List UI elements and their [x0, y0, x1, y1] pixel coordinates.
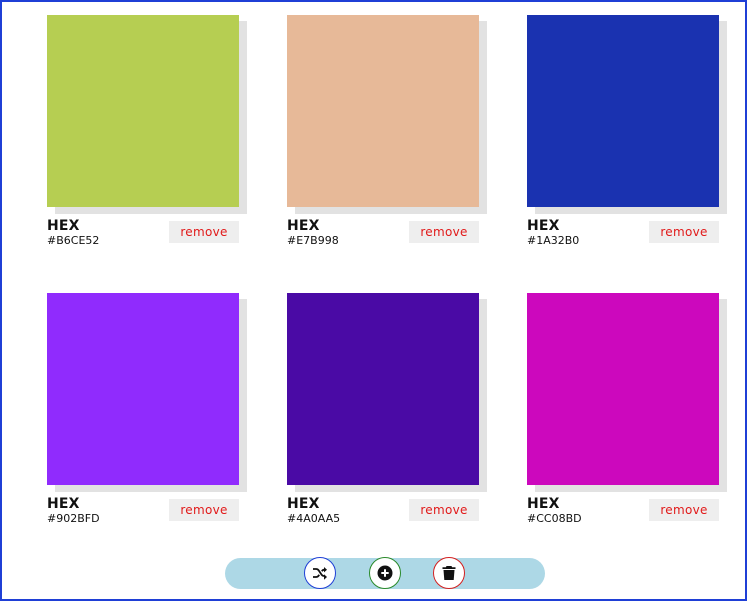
- color-swatch[interactable]: [47, 293, 239, 485]
- remove-button[interactable]: remove: [169, 499, 239, 521]
- hex-label: HEX: [527, 218, 560, 234]
- swatch-container: [527, 293, 727, 493]
- color-card: HEX #902BFD remove: [47, 293, 247, 525]
- hex-label: HEX: [527, 496, 560, 512]
- color-card: HEX #CC08BD remove: [527, 293, 727, 525]
- color-card: HEX #B6CE52 remove: [47, 15, 247, 247]
- color-meta: HEX #902BFD: [47, 496, 100, 525]
- hex-value: #902BFD: [47, 512, 100, 525]
- color-swatch[interactable]: [527, 15, 719, 207]
- remove-button[interactable]: remove: [649, 221, 719, 243]
- hex-value: #1A32B0: [527, 234, 580, 247]
- color-meta: HEX #CC08BD: [527, 496, 582, 525]
- shuffle-button[interactable]: [304, 557, 336, 589]
- remove-button[interactable]: remove: [649, 499, 719, 521]
- app-frame: HEX #B6CE52 remove HEX #E7B998 remove HE…: [0, 0, 747, 601]
- action-toolbar: [225, 557, 545, 589]
- hex-value: #CC08BD: [527, 512, 582, 525]
- color-meta: HEX #B6CE52: [47, 218, 99, 247]
- color-swatch[interactable]: [47, 15, 239, 207]
- add-color-button[interactable]: [369, 557, 401, 589]
- hex-label: HEX: [287, 496, 320, 512]
- color-swatch[interactable]: [287, 15, 479, 207]
- color-meta: HEX #E7B998: [287, 218, 339, 247]
- swatch-container: [527, 15, 727, 215]
- hex-label: HEX: [47, 218, 80, 234]
- color-card: HEX #4A0AA5 remove: [287, 293, 487, 525]
- color-swatch[interactable]: [527, 293, 719, 485]
- swatch-container: [47, 293, 247, 493]
- hex-value: #E7B998: [287, 234, 339, 247]
- trash-icon: [442, 565, 456, 581]
- hex-label: HEX: [47, 496, 80, 512]
- remove-button[interactable]: remove: [169, 221, 239, 243]
- shuffle-icon: [312, 565, 328, 581]
- swatch-container: [287, 293, 487, 493]
- color-meta: HEX #4A0AA5: [287, 496, 340, 525]
- color-meta: HEX #1A32B0: [527, 218, 579, 247]
- swatch-container: [47, 15, 247, 215]
- add-circle-icon: [377, 565, 393, 581]
- color-card: HEX #1A32B0 remove: [527, 15, 727, 247]
- remove-button[interactable]: remove: [409, 499, 479, 521]
- swatch-container: [287, 15, 487, 215]
- hex-value: #B6CE52: [47, 234, 100, 247]
- color-swatch[interactable]: [287, 293, 479, 485]
- hex-label: HEX: [287, 218, 320, 234]
- delete-all-button[interactable]: [433, 557, 465, 589]
- color-card: HEX #E7B998 remove: [287, 15, 487, 247]
- hex-value: #4A0AA5: [287, 512, 341, 525]
- remove-button[interactable]: remove: [409, 221, 479, 243]
